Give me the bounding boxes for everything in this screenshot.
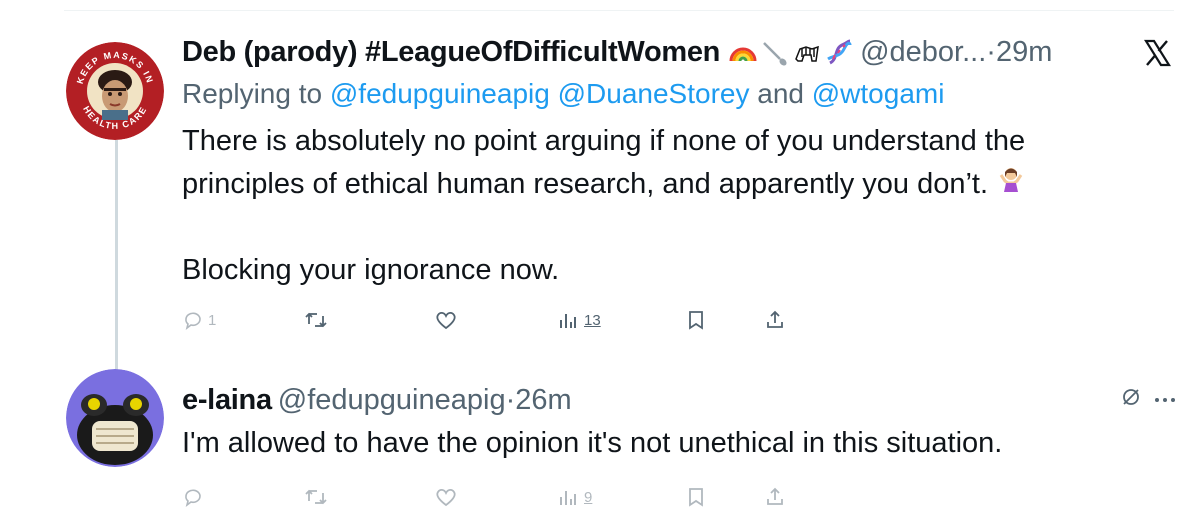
replying-and-label: and — [757, 78, 804, 109]
views-bar-chart-icon — [558, 487, 578, 507]
reply-count: 1 — [208, 311, 217, 329]
retweet-button[interactable] — [304, 300, 328, 340]
mention-link[interactable]: @wtogami — [812, 78, 945, 109]
tweet-header: e-laina @fedupguineapig · 26m — [182, 378, 1182, 422]
tweet-text-line: principles of ethical human research, an… — [182, 168, 989, 200]
more-options-icon[interactable] — [1154, 392, 1176, 410]
tweet-deb[interactable]: Deb (parody) #LeagueOfDifficultWomen @de… — [182, 30, 1182, 340]
grok-icon[interactable] — [1120, 386, 1142, 413]
reply-button[interactable]: 1 — [182, 300, 216, 340]
retweet-icon — [304, 309, 328, 331]
views-count: 13 — [584, 311, 601, 329]
woman-shrugging-icon — [996, 163, 1026, 206]
tweet-text-line: There is absolutely no point arguing if … — [182, 125, 1026, 157]
share-icon — [764, 309, 786, 331]
bookmark-icon — [686, 486, 706, 508]
author-handle[interactable]: @fedupguineapig — [278, 378, 506, 422]
share-button[interactable] — [764, 300, 786, 340]
tweet-body: I'm allowed to have the opinion it's not… — [182, 422, 1182, 465]
separator-dot: · — [505, 384, 516, 416]
replying-to-label: Replying to — [182, 78, 323, 109]
mention-link[interactable]: @fedupguineapig — [330, 78, 550, 109]
tweet-timestamp[interactable]: 26m — [515, 378, 571, 422]
author-name[interactable]: Deb (parody) #LeagueOfDifficultWomen — [182, 30, 720, 74]
share-icon — [764, 486, 786, 508]
tweet-text-line: I'm allowed to have the opinion it's not… — [182, 427, 1003, 459]
views-button[interactable]: 13 — [558, 300, 601, 340]
avatar-e-laina[interactable] — [66, 369, 164, 467]
author-name[interactable]: e-laina — [182, 378, 272, 422]
like-button[interactable] — [434, 477, 458, 517]
views-button[interactable]: 9 — [558, 477, 592, 517]
replying-to-line: Replying to @fedupguineapig @DuaneStorey… — [182, 74, 1182, 114]
share-button[interactable] — [764, 477, 786, 517]
views-bar-chart-icon — [558, 310, 578, 330]
bookmark-icon — [686, 309, 706, 331]
tweet-timestamp[interactable]: 29m — [996, 30, 1052, 74]
reply-button[interactable] — [182, 477, 204, 517]
rainbow-icon — [728, 37, 758, 67]
like-button[interactable] — [434, 300, 458, 340]
separator-dot: · — [986, 36, 996, 68]
heart-icon — [434, 309, 458, 331]
zebra-icon — [792, 37, 822, 67]
mention-link[interactable]: @DuaneStorey — [558, 78, 750, 109]
spoon-icon — [760, 37, 790, 67]
dna-icon — [824, 37, 854, 67]
name-emojis — [728, 37, 854, 67]
tweet-text-line: Blocking your ignorance now. — [182, 254, 560, 286]
reply-icon — [182, 486, 204, 508]
bookmark-button[interactable] — [686, 477, 706, 517]
bookmark-button[interactable] — [686, 300, 706, 340]
author-handle[interactable]: @debor... — [860, 30, 986, 74]
retweet-button[interactable] — [304, 477, 328, 517]
retweet-icon — [304, 486, 328, 508]
thread-connector-line — [115, 140, 118, 374]
tweet-actions: 1 13 — [182, 300, 1182, 340]
tweet-e-laina[interactable]: e-laina @fedupguineapig · 26m I'm allowe… — [182, 378, 1182, 517]
views-count: 9 — [584, 488, 593, 506]
tweet-header: Deb (parody) #LeagueOfDifficultWomen @de… — [182, 30, 1182, 74]
tweet-body: There is absolutely no point arguing if … — [182, 120, 1182, 292]
avatar-deb[interactable]: KEEP MASKS IN HEALTH CARE — [66, 42, 164, 140]
reply-icon — [182, 309, 204, 331]
tweet-actions: 9 — [182, 477, 1182, 517]
top-divider — [64, 10, 1174, 11]
heart-icon — [434, 486, 458, 508]
